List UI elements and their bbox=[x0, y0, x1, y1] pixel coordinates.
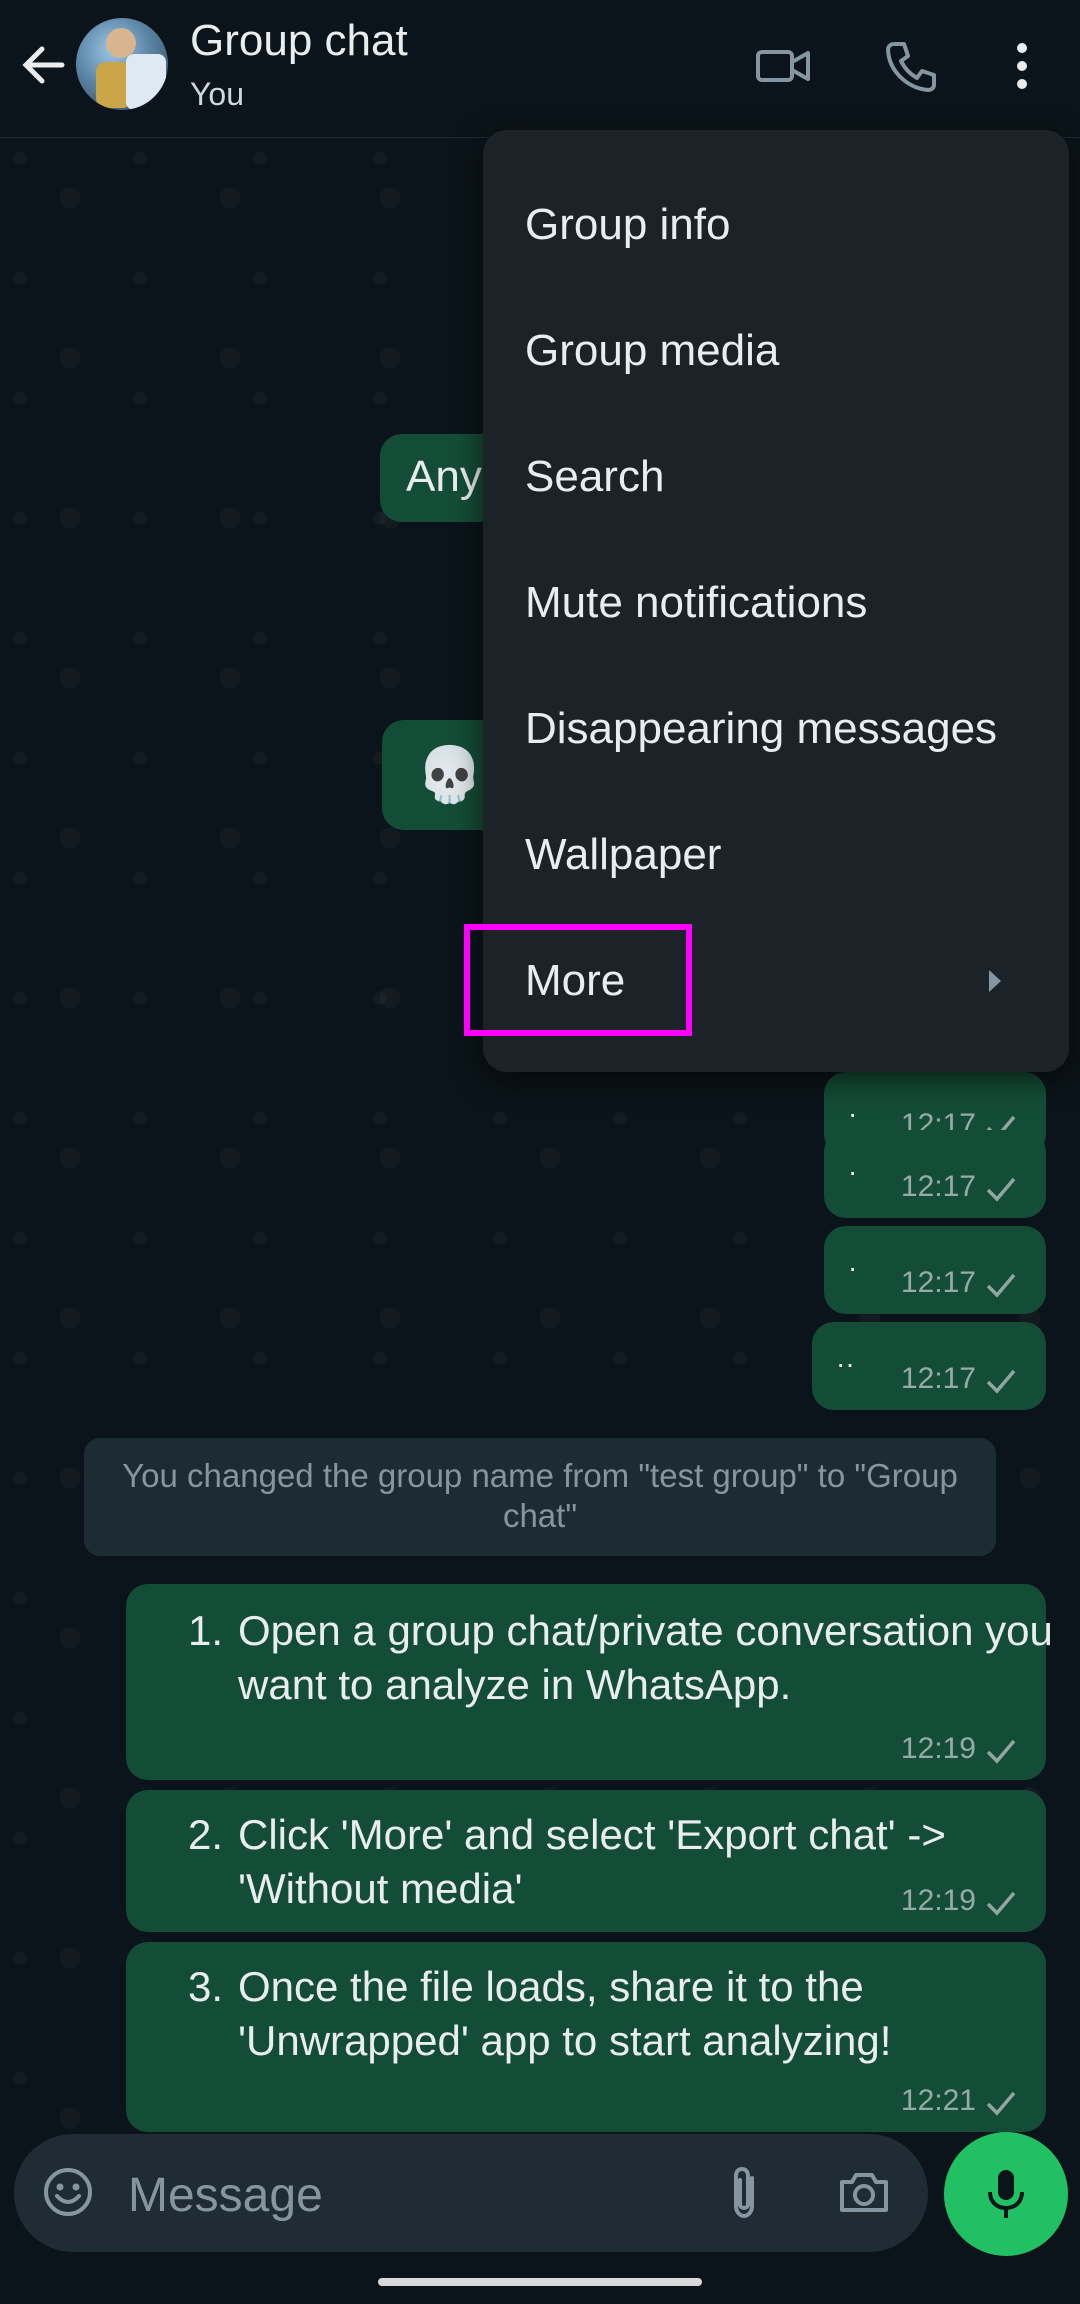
message-text: ·· bbox=[836, 1348, 855, 1379]
menu-item-group-info[interactable]: Group info bbox=[483, 162, 1069, 288]
chat-title[interactable]: Group chat bbox=[190, 16, 408, 66]
menu-item-mute-notifications[interactable]: Mute notifications bbox=[483, 540, 1069, 666]
menu-item-more-label: More bbox=[525, 956, 626, 1005]
message-time: 12:19 bbox=[900, 1884, 976, 1917]
message-bubble[interactable]: 2. Click 'More' and select 'Export chat'… bbox=[126, 1790, 1046, 1932]
sent-check-icon bbox=[986, 2091, 1016, 2116]
back-arrow-icon[interactable] bbox=[18, 40, 68, 90]
emoji-icon[interactable] bbox=[38, 2162, 98, 2222]
microphone-icon bbox=[988, 2170, 1024, 2218]
list-number: 1. bbox=[188, 1607, 224, 1654]
overflow-menu-icon[interactable] bbox=[992, 36, 1052, 96]
sent-check-icon bbox=[986, 1369, 1016, 1394]
home-indicator[interactable] bbox=[378, 2278, 702, 2286]
group-avatar[interactable] bbox=[76, 18, 168, 110]
message-bubble[interactable]: ·· 12:17 bbox=[812, 1322, 1046, 1410]
message-time: 12:19 bbox=[900, 1732, 976, 1765]
message-bubble[interactable]: · 12:17 bbox=[824, 1130, 1046, 1218]
voice-call-icon[interactable] bbox=[880, 36, 940, 96]
message-time: 12:17 bbox=[900, 1170, 976, 1203]
message-bubble[interactable]: 1. Open a group chat/private conversatio… bbox=[126, 1584, 1053, 1780]
menu-item-search[interactable]: Search bbox=[483, 414, 1069, 540]
sent-check-icon bbox=[986, 1739, 1016, 1764]
overflow-menu: Group info Group media Search Mute notif… bbox=[483, 130, 1069, 1072]
emoji-skull: 💀 bbox=[416, 745, 484, 805]
menu-item-disappearing-messages[interactable]: Disappearing messages bbox=[483, 666, 1069, 792]
message-text: · bbox=[848, 1098, 858, 1129]
message-text: Any bbox=[406, 452, 482, 501]
system-message: You changed the group name from "test gr… bbox=[84, 1438, 996, 1556]
chat-header: Group chat You bbox=[0, 0, 1080, 138]
voice-record-button[interactable] bbox=[944, 2132, 1068, 2256]
attach-icon[interactable] bbox=[724, 2162, 764, 2222]
submenu-arrow-icon bbox=[989, 970, 1001, 992]
message-text: · bbox=[848, 1156, 858, 1187]
message-text: Once the file loads, share it to the 'Un… bbox=[238, 1963, 892, 2064]
message-time: 12:21 bbox=[900, 2084, 976, 2117]
sent-check-icon bbox=[986, 1891, 1016, 1916]
whatsapp-chat-screen: Any 💀 · 12:17 · 12:17 · 12:17 ·· 12:17 Y… bbox=[0, 0, 1080, 2304]
list-number: 3. bbox=[188, 1963, 224, 2010]
message-input-bar[interactable]: Message bbox=[14, 2134, 928, 2252]
list-number: 2. bbox=[188, 1811, 224, 1858]
chat-subtitle: You bbox=[190, 76, 244, 112]
message-bubble[interactable]: 3. Once the file loads, share it to the … bbox=[126, 1942, 1046, 2132]
menu-item-more[interactable]: More bbox=[483, 918, 1069, 1044]
message-text: · bbox=[848, 1252, 858, 1283]
sent-check-icon bbox=[986, 1177, 1016, 1202]
message-input[interactable]: Message bbox=[128, 2168, 323, 2223]
message-time: 12:17 bbox=[900, 1266, 976, 1299]
sent-check-icon bbox=[986, 1273, 1016, 1298]
menu-item-wallpaper[interactable]: Wallpaper bbox=[483, 792, 1069, 918]
menu-item-group-media[interactable]: Group media bbox=[483, 288, 1069, 414]
camera-icon[interactable] bbox=[834, 2162, 894, 2222]
message-bubble[interactable]: · 12:17 bbox=[824, 1226, 1046, 1314]
message-text: Open a group chat/private conversation y… bbox=[238, 1607, 1053, 1708]
video-call-icon[interactable] bbox=[754, 36, 814, 96]
message-time: 12:17 bbox=[900, 1362, 976, 1395]
